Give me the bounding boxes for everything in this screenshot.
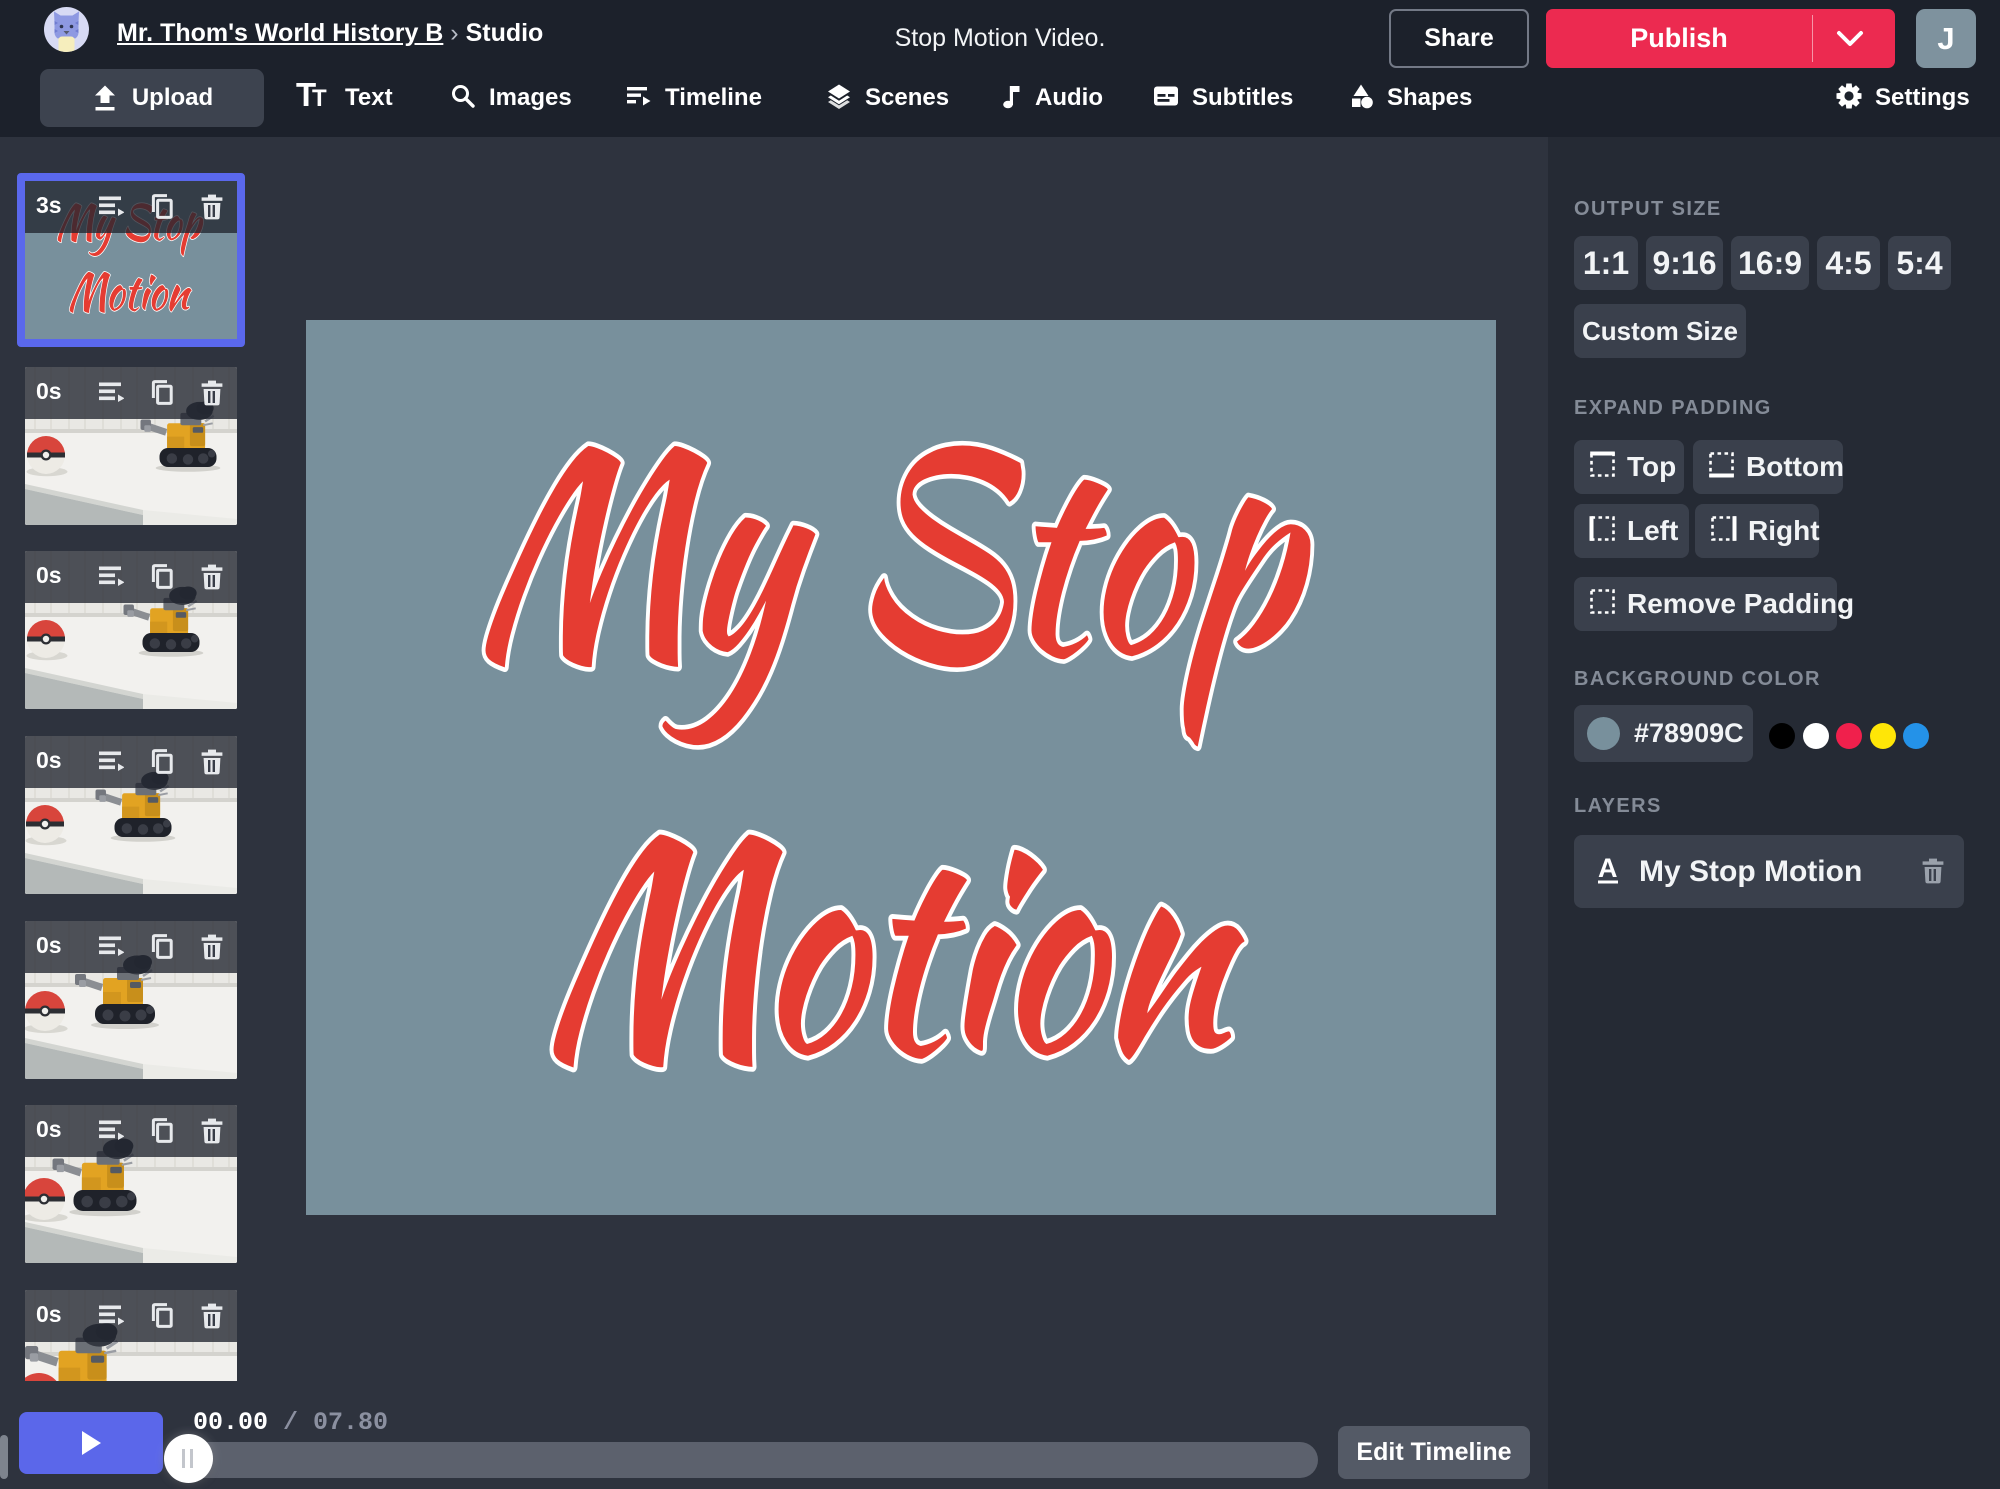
svg-text:A: A	[1598, 854, 1618, 883]
svg-text:T: T	[312, 85, 327, 109]
